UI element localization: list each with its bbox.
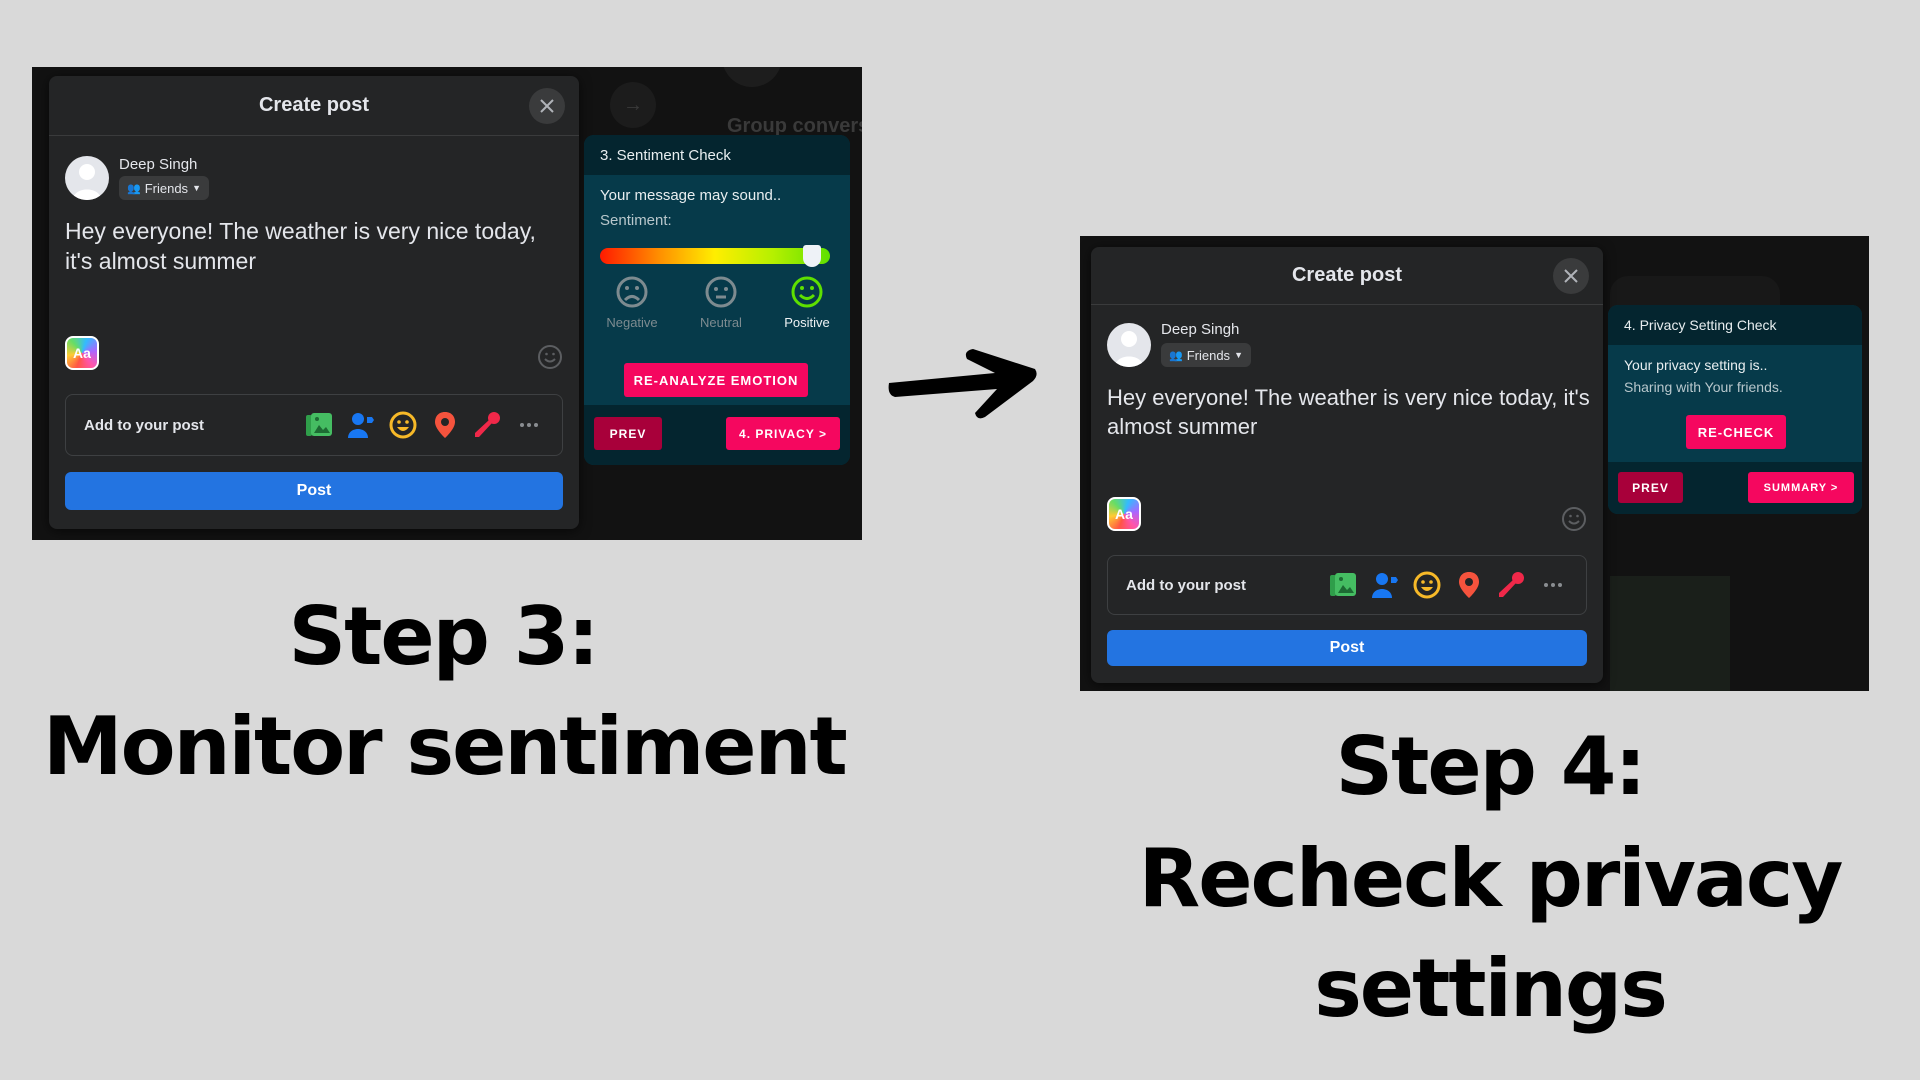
prev-button[interactable]: PREV (1618, 472, 1683, 503)
privacy-message: Your privacy setting is.. (1624, 357, 1768, 373)
panel-message: Your message may sound.. (600, 187, 782, 204)
add-to-post-icons (1328, 570, 1568, 600)
arrow-right-icon (888, 349, 1037, 419)
step3-caption-title: Monitor sentiment (43, 700, 848, 793)
close-button[interactable] (529, 88, 565, 124)
summary-button[interactable]: SUMMARY > (1748, 472, 1854, 503)
sentiment-slider-thumb[interactable] (802, 245, 821, 267)
next-privacy-button[interactable]: 4. PRIVACY > (726, 417, 840, 450)
step3-caption-heading: Step 3: (288, 590, 600, 683)
add-to-post-bar: Add to your post (1107, 555, 1587, 615)
close-icon (1564, 269, 1578, 283)
background-next-arrow: → (610, 82, 656, 128)
post-text-input[interactable]: Hey everyone! The weather is very nice t… (1107, 383, 1591, 441)
create-post-modal: Create post Deep Singh 👥 Friends ▼ Hey e… (49, 76, 579, 529)
tag-people-icon[interactable] (1370, 570, 1400, 600)
default-user-icon (73, 164, 101, 200)
panel-footer: PREV SUMMARY > (1608, 462, 1862, 514)
modal-title: Create post (1291, 264, 1403, 286)
sentiment-label: Sentiment: (600, 212, 672, 229)
prev-button[interactable]: PREV (594, 417, 662, 450)
check-in-icon[interactable] (1454, 570, 1484, 600)
close-button[interactable] (1553, 258, 1589, 294)
privacy-setting-value: Sharing with Your friends. (1624, 379, 1783, 395)
panel-body: Your privacy setting is.. Sharing with Y… (1608, 345, 1862, 395)
sentiment-option-label: Negative (606, 315, 658, 330)
modal-title: Create post (258, 94, 370, 116)
add-to-post-label: Add to your post (1126, 576, 1246, 594)
sentiment-slider[interactable] (600, 245, 830, 267)
live-video-icon[interactable] (472, 410, 502, 440)
background-image (1610, 576, 1730, 691)
friends-icon: 👥 (127, 182, 141, 195)
feeling-icon[interactable] (1412, 570, 1442, 600)
step4-caption-title-line1: Recheck privacy (1138, 832, 1844, 925)
audience-selector[interactable]: 👥 Friends ▼ (119, 176, 209, 200)
re-analyze-emotion-button[interactable]: RE-ANALYZE EMOTION (624, 363, 808, 397)
step4-caption-title-line2: settings (1314, 942, 1668, 1035)
emoji-icon[interactable] (1561, 506, 1587, 532)
feeling-icon[interactable] (388, 410, 418, 440)
panel-footer: PREV 4. PRIVACY > (584, 405, 850, 465)
sentiment-option-neutral[interactable]: Neutral (681, 275, 761, 330)
step4-screenshot: Create post Deep Singh 👥 Friends ▼ Hey e… (1080, 236, 1869, 691)
sentiment-check-panel: 3. Sentiment Check Your message may soun… (584, 135, 850, 465)
add-to-post-icons (304, 410, 544, 440)
friends-icon: 👥 (1169, 349, 1183, 362)
audience-label: Friends (144, 180, 189, 196)
user-name: Deep Singh (119, 156, 198, 173)
post-text-input[interactable]: Hey everyone! The weather is very nice t… (65, 216, 567, 276)
background-avatar (722, 67, 782, 87)
caret-down-icon: ▼ (192, 183, 201, 193)
step3-screenshot: → Group conversa Create post Deep Singh … (32, 67, 862, 540)
text-background-button[interactable]: Aa (65, 336, 99, 370)
sad-face-icon (616, 276, 648, 308)
live-video-icon[interactable] (1496, 570, 1526, 600)
photo-video-icon[interactable] (1328, 570, 1358, 600)
sentiment-option-label: Positive (784, 315, 830, 330)
privacy-check-panel: 4. Privacy Setting Check Your privacy se… (1608, 305, 1862, 514)
sentiment-option-positive[interactable]: Positive (767, 275, 847, 330)
step4-caption-heading: Step 4: (1335, 720, 1647, 813)
panel-title: 4. Privacy Setting Check (1608, 305, 1862, 345)
close-icon (540, 99, 554, 113)
post-button[interactable]: Post (1107, 630, 1587, 666)
re-check-button[interactable]: RE-CHECK (1686, 415, 1786, 449)
sentiment-option-label: Neutral (700, 315, 742, 330)
panel-title: 3. Sentiment Check (584, 135, 850, 175)
avatar (1107, 323, 1151, 367)
tag-people-icon[interactable] (346, 410, 376, 440)
photo-video-icon[interactable] (304, 410, 334, 440)
check-in-icon[interactable] (430, 410, 460, 440)
audience-selector[interactable]: 👥 Friends ▼ (1161, 343, 1251, 367)
happy-face-icon (791, 276, 823, 308)
avatar (65, 156, 109, 200)
caret-down-icon: ▼ (1234, 350, 1243, 360)
add-to-post-bar: Add to your post (65, 394, 563, 456)
user-name: Deep Singh (1161, 321, 1240, 338)
sentiment-option-negative[interactable]: Negative (592, 275, 672, 330)
more-icon[interactable] (514, 410, 544, 440)
audience-label: Friends (1186, 347, 1231, 363)
add-to-post-label: Add to your post (84, 416, 204, 434)
neutral-face-icon (705, 276, 737, 308)
modal-header: Create post (1091, 247, 1603, 305)
default-user-icon (1115, 331, 1143, 367)
create-post-modal: Create post Deep Singh 👥 Friends ▼ Hey e… (1091, 247, 1603, 683)
modal-header: Create post (49, 76, 579, 136)
panel-body: Your message may sound.. Sentiment: (584, 175, 850, 229)
emoji-icon[interactable] (537, 344, 563, 370)
more-icon[interactable] (1538, 570, 1568, 600)
post-button[interactable]: Post (65, 472, 563, 510)
text-background-button[interactable]: Aa (1107, 497, 1141, 531)
